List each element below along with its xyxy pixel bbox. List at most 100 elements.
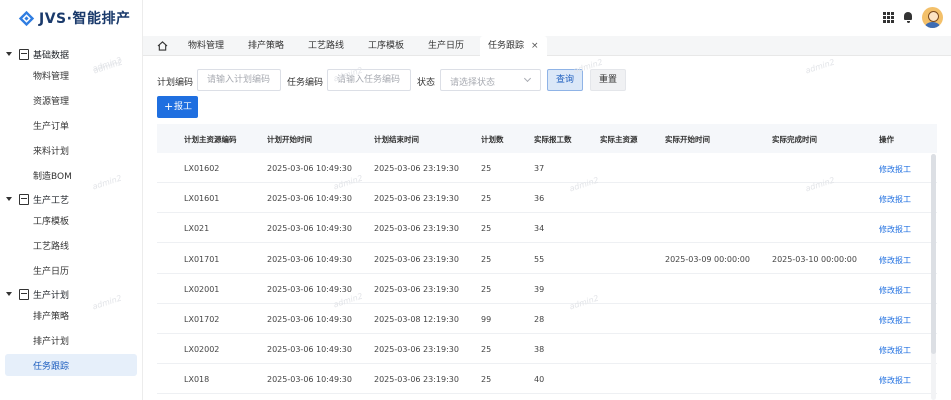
sidebar-item-label: 来料计划 xyxy=(33,147,70,157)
table-cell: 2025-03-06 10:49:30 xyxy=(267,224,352,234)
tab-task-tracking[interactable]: 任务跟踪 × xyxy=(480,36,547,56)
sidebar-item-label: 工艺路线 xyxy=(33,242,70,252)
table-cell: 25 xyxy=(481,194,492,204)
sidebar-item-incoming-plan[interactable]: 来料计划 xyxy=(5,139,137,161)
table-cell: 2025-03-08 12:19:30 xyxy=(374,315,459,324)
table-cell: 2025-03-09 00:00:00 xyxy=(665,254,750,264)
table-cell: 2025-03-06 10:49:30 xyxy=(267,164,352,173)
add-report-label: 报工 xyxy=(174,102,193,112)
table-cell: 2025-03-06 23:19:30 xyxy=(374,224,459,234)
user-avatar[interactable] xyxy=(922,7,943,28)
bell-icon[interactable] xyxy=(903,12,913,23)
sidebar-item-schedule[interactable]: 排产计划 xyxy=(5,329,137,351)
table-cell: 2025-03-06 23:19:30 xyxy=(374,194,459,204)
table-cell: LX018 xyxy=(184,375,210,385)
column-header: 实际开始时间 xyxy=(665,135,710,144)
table-cell: 2025-03-06 23:19:30 xyxy=(374,284,459,294)
nav-group-label: 生产工艺 xyxy=(33,196,70,206)
logo-text: JVS·智能排产 xyxy=(39,11,131,27)
table-cell: 2025-03-06 10:49:30 xyxy=(267,284,352,294)
tab-process-template[interactable]: 工序模板 xyxy=(362,36,410,56)
sidebar-item-label: 生产订单 xyxy=(33,122,70,132)
table-cell: 2025-03-06 23:19:30 xyxy=(374,254,459,264)
main-content: 计划编码 任务编码 状态 请选择状态 查询 重置 + 报工 计划主资源编码 计划… xyxy=(92,56,951,400)
sidebar-item-label: 排产策略 xyxy=(33,312,70,322)
app-logo[interactable]: JVS·智能排产 xyxy=(18,8,130,28)
table-cell: 39 xyxy=(534,284,545,294)
table-cell: 28 xyxy=(534,315,545,324)
edit-report-link[interactable]: 修改报工 xyxy=(879,194,911,205)
status-placeholder: 请选择状态 xyxy=(450,78,496,88)
logo-diamond-icon xyxy=(18,10,35,26)
table-cell: LX02001 xyxy=(184,284,220,294)
sidebar-item-label: 资源管理 xyxy=(33,97,70,107)
sidebar-item-label: 制造BOM xyxy=(33,172,72,182)
apps-grid-icon[interactable] xyxy=(883,12,894,23)
watermark: admin2 xyxy=(804,57,836,76)
tab-calendar[interactable]: 生产日历 xyxy=(422,36,470,56)
edit-report-link[interactable]: 修改报工 xyxy=(879,285,911,296)
close-icon[interactable]: × xyxy=(531,41,539,51)
chevron-down-icon xyxy=(523,74,532,83)
calendar-icon xyxy=(19,289,29,300)
sidebar-item-task-tracking[interactable]: 任务跟踪 xyxy=(5,354,137,376)
column-header: 实际主资源 xyxy=(600,135,638,144)
plus-icon: + xyxy=(164,100,174,113)
tab-strategy[interactable]: 排产策略 xyxy=(242,36,290,56)
edit-report-link[interactable]: 修改报工 xyxy=(879,164,911,175)
table-row: LX01701 2025-03-06 10:49:30 2025-03-06 23:… xyxy=(157,244,937,274)
nav-group-label: 基础数据 xyxy=(33,51,70,61)
status-label: 状态 xyxy=(417,78,436,88)
nav-group-plan[interactable]: 生产计划 xyxy=(0,284,143,306)
sidebar-item-route[interactable]: 工艺路线 xyxy=(5,234,137,256)
sidebar-item-production-order[interactable]: 生产订单 xyxy=(5,114,137,136)
tab-material[interactable]: 物料管理 xyxy=(182,36,230,56)
table-cell: 2025-03-06 10:49:30 xyxy=(267,194,352,204)
table-row: LX01702 2025-03-06 10:49:30 2025-03-08 12:… xyxy=(157,304,937,334)
table-row: LX02001 2025-03-06 10:49:30 2025-03-06 23:… xyxy=(157,274,937,304)
caret-down-icon xyxy=(6,197,12,201)
tab-route[interactable]: 工艺路线 xyxy=(302,36,350,56)
sidebar-item-label: 生产日历 xyxy=(33,267,70,277)
plan-code-label: 计划编码 xyxy=(157,78,194,88)
column-header: 实际报工数 xyxy=(534,135,572,144)
table-cell: 25 xyxy=(481,284,492,294)
table-row: LX018 2025-03-06 10:49:30 2025-03-06 23:19… xyxy=(157,364,937,395)
sidebar-item-strategy[interactable]: 排产策略 xyxy=(5,304,137,326)
database-icon xyxy=(19,49,29,60)
nav-group-label: 生产计划 xyxy=(33,291,70,301)
table-cell: 38 xyxy=(534,345,545,355)
top-header xyxy=(143,0,951,36)
edit-report-link[interactable]: 修改报工 xyxy=(879,255,911,266)
sidebar-item-process-template[interactable]: 工序模板 xyxy=(5,209,137,231)
status-select[interactable]: 请选择状态 xyxy=(440,69,541,91)
table-cell: 2025-03-06 10:49:30 xyxy=(267,345,352,355)
table-cell: 25 xyxy=(481,375,492,385)
table-cell: 2025-03-06 10:49:30 xyxy=(267,254,352,264)
nav-group-process[interactable]: 生产工艺 xyxy=(0,189,143,211)
sidebar-item-calendar[interactable]: 生产日历 xyxy=(5,259,137,281)
table-cell: 37 xyxy=(534,164,545,173)
reset-button[interactable]: 重置 xyxy=(590,69,626,91)
table-scrollbar[interactable] xyxy=(931,154,936,400)
sidebar-item-label: 工序模板 xyxy=(33,217,70,227)
column-header: 实际完成时间 xyxy=(772,135,817,144)
caret-down-icon xyxy=(6,292,12,296)
plan-code-input[interactable] xyxy=(197,69,281,91)
add-report-button[interactable]: + 报工 xyxy=(157,96,198,118)
edit-report-link[interactable]: 修改报工 xyxy=(879,315,911,326)
home-icon[interactable] xyxy=(157,41,168,51)
table-cell: LX01701 xyxy=(184,254,220,264)
table-cell: 2025-03-06 23:19:30 xyxy=(374,375,459,385)
caret-down-icon xyxy=(6,52,12,56)
sidebar-item-resource[interactable]: 资源管理 xyxy=(5,89,137,111)
table-cell: 2025-03-06 23:19:30 xyxy=(374,345,459,355)
table-cell: 25 xyxy=(481,254,492,264)
column-header: 计划主资源编码 xyxy=(184,135,237,144)
task-code-label: 任务编码 xyxy=(287,78,324,88)
process-doc-icon xyxy=(19,194,29,205)
edit-report-link[interactable]: 修改报工 xyxy=(879,224,911,235)
tab-bar: 物料管理 排产策略 工艺路线 工序模板 生产日历 任务跟踪 × xyxy=(143,36,951,56)
edit-report-link[interactable]: 修改报工 xyxy=(879,375,911,386)
edit-report-link[interactable]: 修改报工 xyxy=(879,345,911,356)
